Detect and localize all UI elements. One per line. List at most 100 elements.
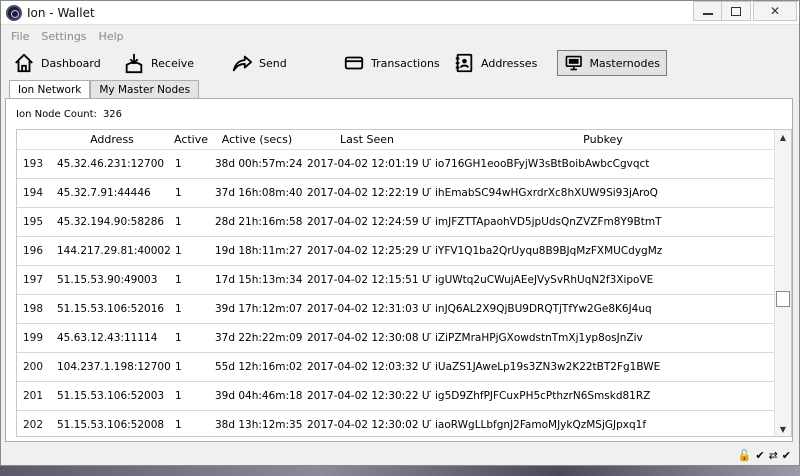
row-index: 197 xyxy=(23,274,44,286)
table-row[interactable]: 201 51.15.53.106:52003 1 39d 04h:46m:18s 201… xyxy=(17,382,775,411)
table-row[interactable]: 193 45.32.46.231:12700 1 38d 00h:57m:24s 201… xyxy=(17,150,775,179)
vertical-scrollbar[interactable]: ▲ ▼ xyxy=(774,130,791,436)
row-pubkey: iaoRWgLLbfgnJ2FamoMJykQzMSjGJpxq1f xyxy=(435,419,647,431)
transactions-label: Transactions xyxy=(371,56,440,70)
send-icon xyxy=(232,55,253,72)
row-address: 45.63.12.43:11114 xyxy=(57,332,158,344)
table-body: 193 45.32.46.231:12700 1 38d 00h:57m:24s 201… xyxy=(17,150,775,436)
send-button[interactable]: Send xyxy=(225,50,293,76)
minimize-button[interactable] xyxy=(693,1,723,21)
dashboard-label: Dashboard xyxy=(41,56,101,70)
row-pubkey: iUaZS1JAweLp19s3ZN3w2K22tBT2Fg1BWE xyxy=(435,361,661,373)
sync-check-icon[interactable]: ✔ xyxy=(782,449,791,462)
row-address: 51.15.53.90:49003 xyxy=(57,274,158,286)
app-window: Ion - Wallet ✕ File Settings Help Dashbo… xyxy=(0,0,800,466)
header-index xyxy=(17,130,53,149)
table-row[interactable]: 198 51.15.53.106:52016 1 39d 17h:12m:07s 201… xyxy=(17,295,775,324)
row-active-secs: 37d 22h:22m:09s xyxy=(215,332,303,344)
row-index: 193 xyxy=(23,158,44,170)
row-index: 200 xyxy=(23,361,44,373)
window-title: Ion - Wallet xyxy=(27,6,95,20)
lock-icon[interactable]: 🔓 xyxy=(738,449,752,462)
row-active: 1 xyxy=(175,187,182,199)
node-count-value: 326 xyxy=(102,109,123,120)
send-label: Send xyxy=(259,56,287,70)
row-index: 198 xyxy=(23,303,44,315)
scroll-down-icon[interactable]: ▼ xyxy=(775,422,791,436)
connections-icon[interactable]: ⇄ xyxy=(769,449,778,462)
status-bar: 🔓 ✔ ⇄ ✔ xyxy=(1,447,799,465)
tab-my-master-nodes[interactable]: My Master Nodes xyxy=(90,80,200,98)
table-header: Address Active Active (secs) Last Seen P… xyxy=(17,130,775,150)
row-active: 1 xyxy=(175,216,182,228)
row-last-seen: 2017-04-02 12:30:08 UTC xyxy=(307,332,431,344)
masternodes-button[interactable]: Masternodes xyxy=(557,50,667,76)
row-address: 144.217.29.81:40002 xyxy=(57,245,171,257)
row-address: 45.32.46.231:12700 xyxy=(57,158,165,170)
row-last-seen: 2017-04-02 12:22:19 UTC xyxy=(307,187,431,199)
tab-panel: Ion Node Count: 326 Address Active Activ… xyxy=(5,98,793,442)
dashboard-button[interactable]: Dashboard xyxy=(7,50,107,76)
table-row[interactable]: 196 144.217.29.81:40002 1 19d 18h:11m:27s 20… xyxy=(17,237,775,266)
staking-check-icon[interactable]: ✔ xyxy=(755,449,764,462)
header-address[interactable]: Address xyxy=(53,130,171,149)
table-row[interactable]: 200 104.237.1.198:12700 1 55d 12h:16m:02s 20… xyxy=(17,353,775,382)
scrollbar-thumb[interactable] xyxy=(776,290,790,307)
row-active: 1 xyxy=(175,332,182,344)
transactions-button[interactable]: Transactions xyxy=(337,50,446,76)
row-active: 1 xyxy=(175,274,182,286)
menu-settings[interactable]: Settings xyxy=(41,30,86,43)
scroll-up-icon[interactable]: ▲ xyxy=(775,130,791,144)
masternodes-label: Masternodes xyxy=(589,56,660,70)
addresses-button[interactable]: Addresses xyxy=(447,50,543,76)
row-active-secs: 39d 04h:46m:18s xyxy=(215,390,303,402)
row-last-seen: 2017-04-02 12:15:51 UTC xyxy=(307,274,431,286)
header-active-secs[interactable]: Active (secs) xyxy=(211,130,303,149)
row-active-secs: 38d 13h:12m:35s xyxy=(215,419,303,431)
node-count: Ion Node Count: 326 xyxy=(16,109,122,120)
tab-ion-network[interactable]: Ion Network xyxy=(9,80,91,99)
status-icons: 🔓 ✔ ⇄ ✔ xyxy=(738,449,791,462)
menu-help[interactable]: Help xyxy=(99,30,124,43)
row-last-seen: 2017-04-02 12:01:19 UTC xyxy=(307,158,431,170)
receive-button[interactable]: Receive xyxy=(117,50,200,76)
row-pubkey: ihEmabSC94wHGxrdrXc8hXUW9Si93jAroQ xyxy=(435,187,658,199)
desktop-background xyxy=(0,466,800,476)
title-bar[interactable]: Ion - Wallet ✕ xyxy=(1,1,799,25)
close-button[interactable]: ✕ xyxy=(753,1,797,21)
close-icon: ✕ xyxy=(769,4,781,18)
row-address: 51.15.53.106:52003 xyxy=(57,390,165,402)
row-index: 201 xyxy=(23,390,44,402)
table-row[interactable]: 202 51.15.53.106:52008 1 38d 13h:12m:35s 201… xyxy=(17,411,775,436)
header-active[interactable]: Active xyxy=(171,130,211,149)
table-row[interactable]: 195 45.32.194.90:58286 1 28d 21h:16m:58s 201… xyxy=(17,208,775,237)
addresses-label: Addresses xyxy=(481,56,538,70)
ion-logo-icon xyxy=(6,5,22,21)
row-address: 45.32.7.91:44446 xyxy=(57,187,151,199)
table-row[interactable]: 199 45.63.12.43:11114 1 37d 22h:22m:09s 2017… xyxy=(17,324,775,353)
card-icon xyxy=(344,56,364,70)
row-last-seen: 2017-04-02 12:30:22 UTC xyxy=(307,390,431,402)
maximize-button[interactable] xyxy=(721,1,751,21)
receive-label: Receive xyxy=(151,56,195,70)
header-pubkey[interactable]: Pubkey xyxy=(431,130,775,149)
table-row[interactable]: 197 51.15.53.90:49003 1 17d 15h:13m:34s 2017… xyxy=(17,266,775,295)
maximize-icon xyxy=(731,6,741,16)
row-index: 202 xyxy=(23,419,44,431)
address-book-icon xyxy=(455,53,473,73)
row-active: 1 xyxy=(175,361,182,373)
toolbar: Dashboard Receive Send Transactions Addr… xyxy=(1,47,799,79)
receive-icon xyxy=(125,53,143,74)
masternode-table: Address Active Active (secs) Last Seen P… xyxy=(16,129,792,437)
row-active-secs: 17d 15h:13m:34s xyxy=(215,274,303,286)
row-pubkey: iYFV1Q1ba2QrUyqu8B9BJqMzFXMUCdygMz xyxy=(435,245,663,257)
row-active-secs: 39d 17h:12m:07s xyxy=(215,303,303,315)
row-index: 195 xyxy=(23,216,44,228)
header-last-seen[interactable]: Last Seen xyxy=(303,130,431,149)
menu-file[interactable]: File xyxy=(11,30,29,43)
row-active-secs: 19d 18h:11m:27s xyxy=(215,245,303,257)
monitor-icon xyxy=(565,55,582,71)
row-address: 51.15.53.106:52008 xyxy=(57,419,165,431)
table-row[interactable]: 194 45.32.7.91:44446 1 37d 16h:08m:40s 2017-… xyxy=(17,179,775,208)
row-active: 1 xyxy=(175,303,182,315)
